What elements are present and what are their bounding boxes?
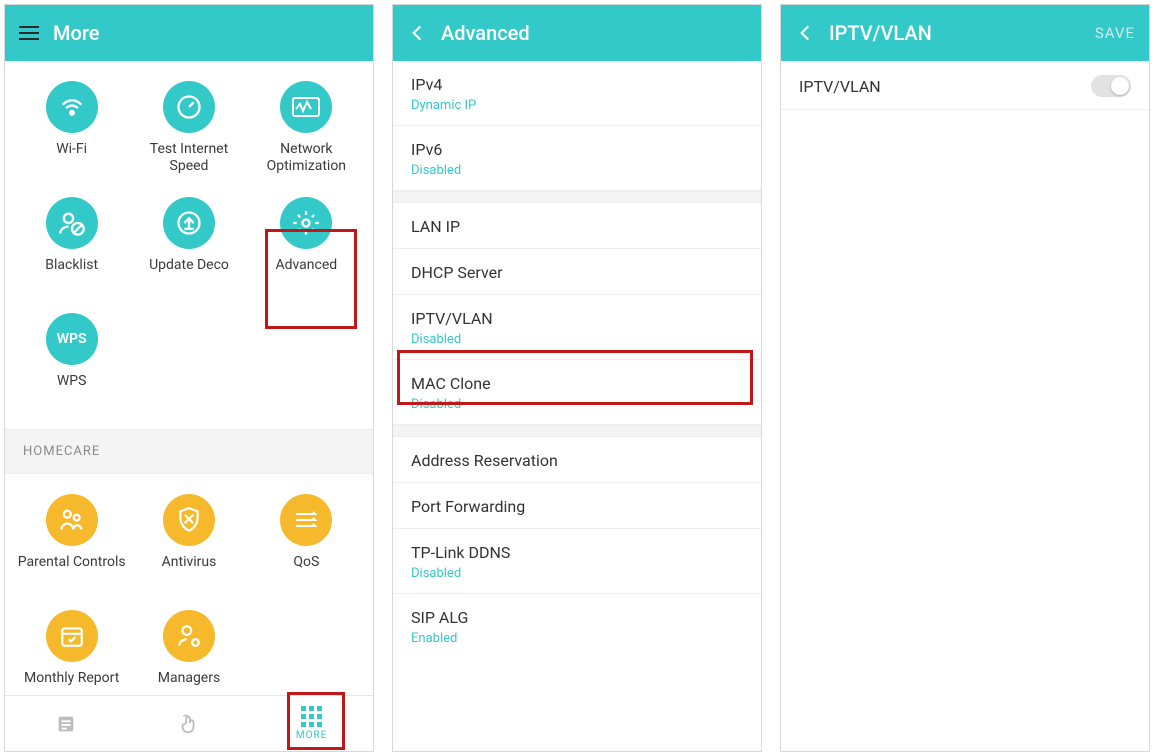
row-label: IPTV/VLAN (799, 77, 881, 96)
waveform-icon (280, 81, 332, 133)
homecare-grid: Parental Controls Antivirus QoS Monthly … (5, 474, 373, 695)
calendar-icon (46, 610, 98, 662)
wifi-icon (46, 81, 98, 133)
grid-icon (301, 706, 322, 727)
tile-label: WPS (57, 373, 87, 407)
tab-overview[interactable] (36, 713, 96, 735)
section-gap (393, 191, 761, 203)
tile-label: Test Internet Speed (134, 141, 244, 175)
row-sub: Disabled (411, 163, 743, 178)
tile-label: Antivirus (162, 554, 217, 588)
row-lanip[interactable]: LAN IP (393, 203, 761, 249)
row-ipv6[interactable]: IPv6 Disabled (393, 126, 761, 191)
tab-more[interactable]: MORE (282, 706, 342, 741)
tile-label: Advanced (275, 257, 337, 291)
tile-label: Update Deco (149, 257, 229, 291)
tile-report[interactable]: Monthly Report (13, 610, 130, 695)
screen-iptv: IPTV/VLAN SAVE IPTV/VLAN (780, 4, 1150, 752)
back-icon[interactable] (795, 23, 815, 43)
row-ipv4[interactable]: IPv4 Dynamic IP (393, 61, 761, 126)
bottom-tabbar: MORE (5, 695, 373, 751)
section-homecare: HOMECARE (5, 429, 373, 474)
row-label: TP-Link DDNS (411, 543, 743, 562)
tab-tap[interactable] (159, 713, 219, 735)
tile-label: Wi-Fi (56, 141, 87, 175)
tile-label: Managers (158, 670, 220, 695)
tile-label: Parental Controls (18, 554, 126, 588)
row-port-fwd[interactable]: Port Forwarding (393, 483, 761, 529)
row-dhcp[interactable]: DHCP Server (393, 249, 761, 295)
iptv-content: IPTV/VLAN (781, 61, 1149, 751)
row-macclone[interactable]: MAC Clone Disabled (393, 360, 761, 425)
header: Advanced (393, 5, 761, 61)
qos-icon (280, 494, 332, 546)
row-sub: Disabled (411, 332, 743, 347)
page-title: Advanced (441, 21, 530, 45)
parental-icon (46, 494, 98, 546)
row-label: IPv6 (411, 140, 743, 159)
row-label: LAN IP (411, 217, 743, 236)
advanced-list: IPv4 Dynamic IP IPv6 Disabled LAN IP DHC… (393, 61, 761, 751)
header: More (5, 5, 373, 61)
row-label: MAC Clone (411, 374, 743, 393)
tile-wifi[interactable]: Wi-Fi (13, 81, 130, 175)
tile-qos[interactable]: QoS (248, 494, 365, 588)
toggle-iptv[interactable] (1091, 75, 1131, 97)
tile-blacklist[interactable]: Blacklist (13, 197, 130, 291)
screen-more: More Wi-Fi Test Internet Speed Netw (4, 4, 374, 752)
row-iptv-vlan[interactable]: IPTV/VLAN Disabled (393, 295, 761, 360)
row-label: Address Reservation (411, 451, 743, 470)
tile-wps[interactable]: WPS WPS (13, 313, 130, 407)
page-title: IPTV/VLAN (829, 21, 932, 45)
tile-advanced[interactable]: Advanced (248, 197, 365, 291)
row-sipalg[interactable]: SIP ALG Enabled (393, 594, 761, 658)
shield-icon (163, 494, 215, 546)
tile-label: Monthly Report (24, 670, 119, 695)
row-label: SIP ALG (411, 608, 743, 627)
gear-icon (280, 197, 332, 249)
tile-netopt[interactable]: Network Optimization (248, 81, 365, 175)
row-sub: Enabled (411, 631, 743, 646)
more-content: Wi-Fi Test Internet Speed Network Optimi… (5, 61, 373, 695)
row-iptv-toggle: IPTV/VLAN (781, 61, 1149, 110)
section-gap (393, 425, 761, 437)
hamburger-icon[interactable] (19, 26, 39, 40)
row-sub: Dynamic IP (411, 98, 743, 113)
row-label: Port Forwarding (411, 497, 743, 516)
tile-label: Network Optimization (251, 141, 361, 175)
tile-label: QoS (293, 554, 319, 588)
user-block-icon (46, 197, 98, 249)
gauge-icon (163, 81, 215, 133)
header: IPTV/VLAN SAVE (781, 5, 1149, 61)
tile-antivirus[interactable]: Antivirus (130, 494, 247, 588)
tile-update[interactable]: Update Deco (130, 197, 247, 291)
page-title: More (53, 21, 99, 45)
row-ddns[interactable]: TP-Link DDNS Disabled (393, 529, 761, 594)
tile-label: Blacklist (45, 257, 98, 291)
tile-managers[interactable]: Managers (130, 610, 247, 695)
tile-parental[interactable]: Parental Controls (13, 494, 130, 588)
row-sub: Disabled (411, 566, 743, 581)
tile-speedtest[interactable]: Test Internet Speed (130, 81, 247, 175)
screen-advanced: Advanced IPv4 Dynamic IP IPv6 Disabled L… (392, 4, 762, 752)
row-address-res[interactable]: Address Reservation (393, 437, 761, 483)
save-button[interactable]: SAVE (1095, 24, 1135, 42)
update-icon (163, 197, 215, 249)
tools-grid: Wi-Fi Test Internet Speed Network Optimi… (5, 61, 373, 429)
wps-icon: WPS (46, 313, 98, 365)
tab-label: MORE (296, 730, 327, 741)
back-icon[interactable] (407, 23, 427, 43)
row-label: IPv4 (411, 75, 743, 94)
managers-icon (163, 610, 215, 662)
row-sub: Disabled (411, 397, 743, 412)
row-label: DHCP Server (411, 263, 743, 282)
row-label: IPTV/VLAN (411, 309, 743, 328)
